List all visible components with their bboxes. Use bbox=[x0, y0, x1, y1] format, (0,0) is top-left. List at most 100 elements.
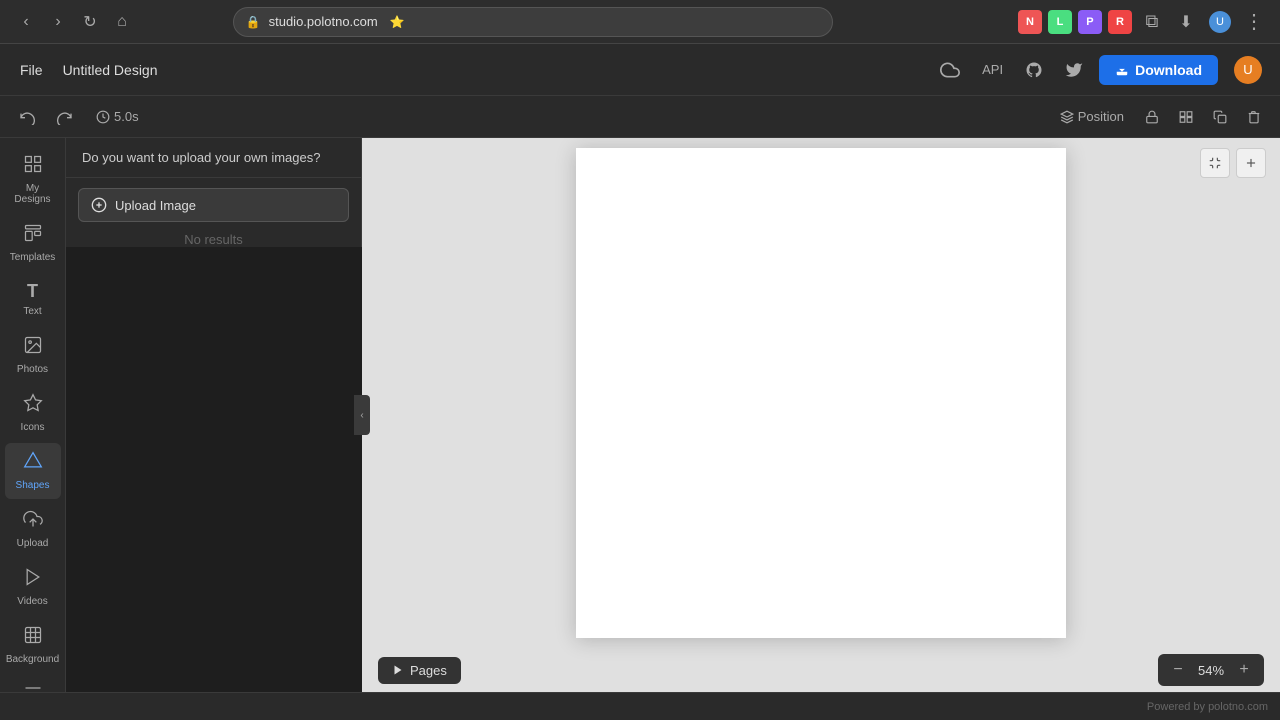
plus-icon bbox=[91, 197, 107, 213]
photos-label: Photos bbox=[17, 364, 48, 375]
background-label: Background bbox=[6, 654, 59, 665]
shapes-icon bbox=[23, 451, 43, 476]
user-avatar-button[interactable]: U bbox=[1228, 52, 1268, 88]
file-menu-button[interactable]: File bbox=[12, 58, 51, 82]
canvas-design[interactable] bbox=[576, 148, 1066, 638]
templates-label: Templates bbox=[10, 252, 56, 263]
home-button[interactable]: ⌂ bbox=[108, 8, 136, 36]
lock-button[interactable] bbox=[1138, 103, 1166, 131]
sidebar-item-background[interactable]: Background bbox=[5, 617, 61, 673]
minimize-icon bbox=[1208, 156, 1222, 170]
canvas-bottom-bar: Pages − 54% + bbox=[362, 648, 1280, 692]
text-icon: T bbox=[27, 281, 38, 302]
templates-icon bbox=[23, 223, 43, 248]
nav-buttons: ‹ › ↻ ⌂ bbox=[12, 8, 136, 36]
panel-wrapper: Do you want to upload your own images? U… bbox=[66, 138, 362, 692]
upload-image-button[interactable]: Upload Image bbox=[78, 188, 349, 222]
videos-label: Videos bbox=[17, 596, 47, 607]
redo-button[interactable] bbox=[50, 102, 80, 132]
my-designs-label: My Designs bbox=[9, 183, 57, 205]
panel-collapse-handle[interactable]: ‹ bbox=[354, 395, 370, 435]
twitter-icon bbox=[1065, 61, 1083, 79]
forward-button[interactable]: › bbox=[44, 8, 72, 36]
trash-icon bbox=[1247, 110, 1261, 124]
download-icon bbox=[1115, 63, 1129, 77]
twitter-button[interactable] bbox=[1059, 57, 1089, 83]
sidebar-item-upload[interactable]: Upload bbox=[5, 501, 61, 557]
upload-icon bbox=[23, 509, 43, 534]
design-title: Untitled Design bbox=[63, 62, 158, 78]
sidebar-item-shapes[interactable]: Shapes bbox=[5, 443, 61, 499]
download-browser-button[interactable]: ⬇ bbox=[1172, 8, 1200, 36]
zoom-in-button[interactable]: + bbox=[1232, 656, 1256, 684]
profile-button[interactable]: U bbox=[1206, 8, 1234, 36]
ext-icon-2[interactable]: L bbox=[1048, 10, 1072, 34]
ext-icon-4[interactable]: R bbox=[1108, 10, 1132, 34]
app: File Untitled Design API bbox=[0, 44, 1280, 720]
position-button[interactable]: Position bbox=[1052, 105, 1132, 128]
canvas-top-controls bbox=[1200, 148, 1266, 178]
videos-icon bbox=[23, 567, 43, 592]
sidebar-item-videos[interactable]: Videos bbox=[5, 559, 61, 615]
no-results-text: No results bbox=[66, 232, 361, 247]
timer-value: 5.0s bbox=[114, 109, 139, 124]
zoom-value: 54% bbox=[1192, 663, 1230, 678]
text-label: Text bbox=[23, 306, 41, 317]
undo-icon bbox=[19, 109, 35, 125]
refresh-button[interactable]: ↻ bbox=[76, 8, 104, 36]
address-bar[interactable]: 🔒 studio.polotno.com ⭐ bbox=[233, 7, 833, 37]
topbar: File Untitled Design API bbox=[0, 44, 1280, 96]
zoom-controls: − 54% + bbox=[1158, 654, 1264, 686]
copy-icon bbox=[1213, 110, 1227, 124]
icons-label: Icons bbox=[21, 422, 45, 433]
toolbar-right: Position bbox=[1052, 103, 1268, 131]
pages-label: Pages bbox=[410, 663, 447, 678]
ext-icon-3[interactable]: P bbox=[1078, 10, 1102, 34]
background-icon bbox=[23, 625, 43, 650]
menu-button[interactable]: ⋮ bbox=[1240, 8, 1268, 36]
undo-button[interactable] bbox=[12, 102, 42, 132]
timer-display[interactable]: 5.0s bbox=[88, 105, 147, 128]
fit-to-screen-button[interactable] bbox=[1200, 148, 1230, 178]
sidebar-item-text[interactable]: T Text bbox=[5, 273, 61, 325]
canvas-viewport bbox=[362, 138, 1280, 648]
github-icon bbox=[1025, 61, 1043, 79]
add-page-button[interactable] bbox=[1236, 148, 1266, 178]
layers-icon bbox=[1060, 110, 1074, 124]
my-designs-icon bbox=[23, 154, 43, 179]
redo-icon bbox=[57, 109, 73, 125]
sidebar-item-photos[interactable]: Photos bbox=[5, 327, 61, 383]
icons-icon bbox=[23, 393, 43, 418]
delete-button[interactable] bbox=[1240, 103, 1268, 131]
plus-canvas-icon bbox=[1244, 156, 1258, 170]
photos-icon bbox=[23, 335, 43, 360]
extensions-button[interactable]: ⧉ bbox=[1138, 8, 1166, 36]
lock-icon bbox=[1145, 110, 1159, 124]
sidebar-item-templates[interactable]: Templates bbox=[5, 215, 61, 271]
upload-image-label: Upload Image bbox=[115, 198, 196, 213]
cloud-save-button[interactable] bbox=[934, 56, 966, 84]
canvas-area: Pages − 54% + bbox=[362, 138, 1280, 692]
download-button[interactable]: Download bbox=[1099, 55, 1218, 85]
toolbar: 5.0s Position bbox=[0, 96, 1280, 138]
copy-button[interactable] bbox=[1206, 103, 1234, 131]
back-button[interactable]: ‹ bbox=[12, 8, 40, 36]
pages-button[interactable]: Pages bbox=[378, 657, 461, 684]
ext-icon-1[interactable]: N bbox=[1018, 10, 1042, 34]
clock-icon bbox=[96, 110, 110, 124]
footer: Powered by polotno.com bbox=[0, 692, 1280, 720]
layers-sidebar-icon bbox=[23, 683, 43, 692]
avatar: U bbox=[1234, 56, 1262, 84]
sidebar-item-icons[interactable]: Icons bbox=[5, 385, 61, 441]
zoom-out-button[interactable]: − bbox=[1166, 656, 1190, 684]
sidebar-item-my-designs[interactable]: My Designs bbox=[5, 146, 61, 213]
group-button[interactable] bbox=[1172, 103, 1200, 131]
browser-actions: N L P R ⧉ ⬇ U ⋮ bbox=[1018, 8, 1268, 36]
upload-label: Upload bbox=[17, 538, 49, 549]
powered-by-text: Powered by polotno.com bbox=[1147, 701, 1268, 713]
api-button[interactable]: API bbox=[976, 58, 1009, 81]
upload-panel: Do you want to upload your own images? U… bbox=[66, 138, 362, 247]
github-button[interactable] bbox=[1019, 57, 1049, 83]
main-content: My Designs Templates T Text Photos bbox=[0, 138, 1280, 692]
sidebar-item-layers[interactable]: Layers bbox=[5, 675, 61, 692]
